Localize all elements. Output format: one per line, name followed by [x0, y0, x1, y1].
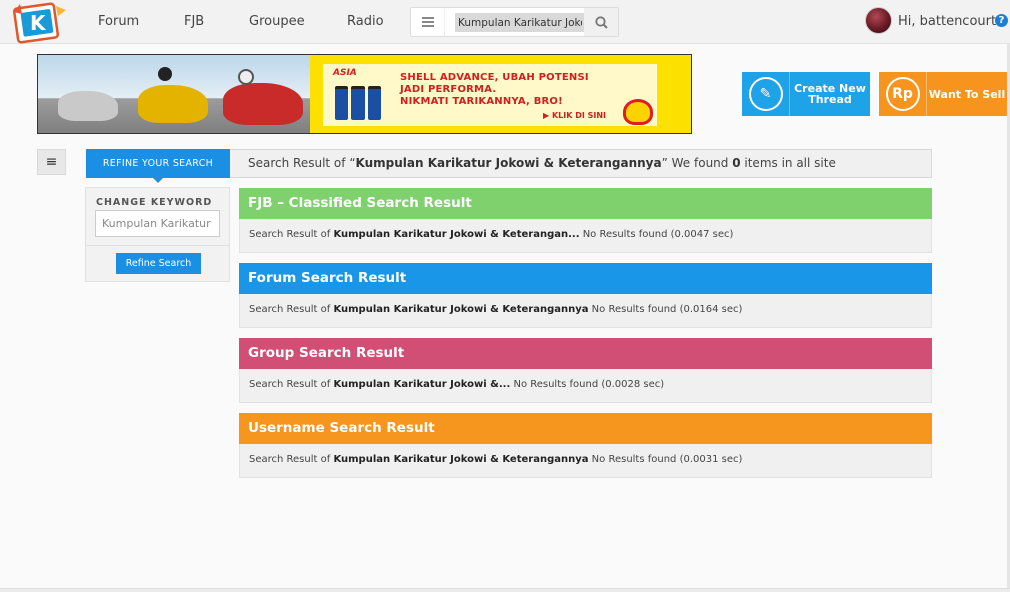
asia-talent-cup-logo: ASIA [333, 68, 357, 78]
refine-search-button[interactable]: Refine Search [116, 253, 201, 274]
nav-forum[interactable]: Forum [98, 14, 139, 29]
nav-fjb[interactable]: FJB [184, 14, 204, 29]
page-bottom-edge [0, 588, 1010, 592]
fjb-result-query: Kumpulan Karikatur Jokowi & Keterangan..… [333, 229, 580, 240]
group-result-title[interactable]: Group Search Result [239, 338, 932, 369]
search-category-menu-icon[interactable] [411, 8, 445, 36]
create-thread-label: Create New Thread [794, 82, 866, 106]
advertisement-banner[interactable]: ASIA SHELL ADVANCE, UBAH POTENSI JADI PE… [37, 54, 692, 134]
banner-promo-panel: ASIA SHELL ADVANCE, UBAH POTENSI JADI PE… [323, 64, 657, 126]
help-icon[interactable]: ? [995, 14, 1008, 27]
keyword-input[interactable] [95, 210, 220, 237]
refine-panel: CHANGE KEYWORD Refine Search [85, 187, 230, 282]
forum-result-body: Search Result of Kumpulan Karikatur Joko… [239, 294, 932, 328]
fjb-result-title[interactable]: FJB – Classified Search Result [239, 188, 932, 219]
refine-search-tab[interactable]: REFINE YOUR SEARCH [86, 149, 230, 183]
nav-groupee[interactable]: Groupee [249, 14, 305, 29]
username-result-query: Kumpulan Karikatur Jokowi & Keteranganny… [333, 454, 589, 465]
shell-logo [623, 99, 653, 125]
group-result-status: No Results found (0.0028 sec) [510, 379, 665, 390]
kaskus-logo[interactable]: K [12, 2, 68, 44]
avatar[interactable] [865, 7, 892, 34]
search-box [410, 7, 619, 37]
rupiah-icon: Rp [879, 72, 927, 116]
top-navbar: K Forum FJB Groupee Radio Hi, battencour… [0, 0, 1010, 44]
search-input[interactable] [455, 13, 585, 32]
pencil-icon: ✎ [742, 72, 790, 116]
username-result-body: Search Result of Kumpulan Karikatur Joko… [239, 444, 932, 478]
group-result-section: Group Search Result Search Result of Kum… [239, 338, 932, 403]
change-keyword-label: CHANGE KEYWORD [96, 197, 213, 208]
sidebar-toggle-icon[interactable]: ≡ [37, 149, 66, 175]
summary-query: Kumpulan Karikatur Jokowi & Keteranganny… [355, 156, 662, 170]
fjb-result-body: Search Result of Kumpulan Karikatur Joko… [239, 219, 932, 253]
panel-divider [86, 245, 229, 246]
search-icon[interactable] [584, 8, 618, 36]
svg-text:K: K [30, 11, 47, 35]
banner-cta: ▶ KLIK DI SINI [543, 111, 607, 120]
fjb-result-section: FJB – Classified Search Result Search Re… [239, 188, 932, 253]
want-to-sell-label: Want To Sell [928, 87, 1006, 101]
banner-headline-1: SHELL ADVANCE, UBAH POTENSI [400, 72, 589, 83]
summary-count: 0 [732, 156, 741, 170]
group-result-body: Search Result of Kumpulan Karikatur Joko… [239, 369, 932, 403]
fjb-result-status: No Results found (0.0047 sec) [579, 229, 734, 240]
want-to-sell-button[interactable]: Rp Want To Sell [879, 72, 1007, 116]
nav-radio[interactable]: Radio [347, 14, 384, 29]
banner-headline-3: NIKMATI TARIKANNYA, BRO! [400, 96, 563, 107]
forum-result-query: Kumpulan Karikatur Jokowi & Keteranganny… [333, 304, 589, 315]
search-summary: Search Result of “Kumpulan Karikatur Jok… [230, 149, 932, 178]
forum-result-title[interactable]: Forum Search Result [239, 263, 932, 294]
group-result-query: Kumpulan Karikatur Jokowi &... [333, 379, 511, 390]
oil-cans-image [335, 86, 381, 120]
username-result-section: Username Search Result Search Result of … [239, 413, 932, 478]
forum-result-status: No Results found (0.0164 sec) [588, 304, 743, 315]
forum-result-section: Forum Search Result Search Result of Kum… [239, 263, 932, 328]
username-result-title[interactable]: Username Search Result [239, 413, 932, 444]
create-thread-button[interactable]: ✎ Create New Thread [742, 72, 870, 116]
tab-caret [153, 178, 163, 183]
banner-headline-2: JADI PERFORMA. [400, 84, 497, 95]
user-greeting[interactable]: Hi, battencourt [898, 14, 996, 29]
username-result-status: No Results found (0.0031 sec) [588, 454, 743, 465]
banner-motorcycle-image [38, 55, 310, 133]
